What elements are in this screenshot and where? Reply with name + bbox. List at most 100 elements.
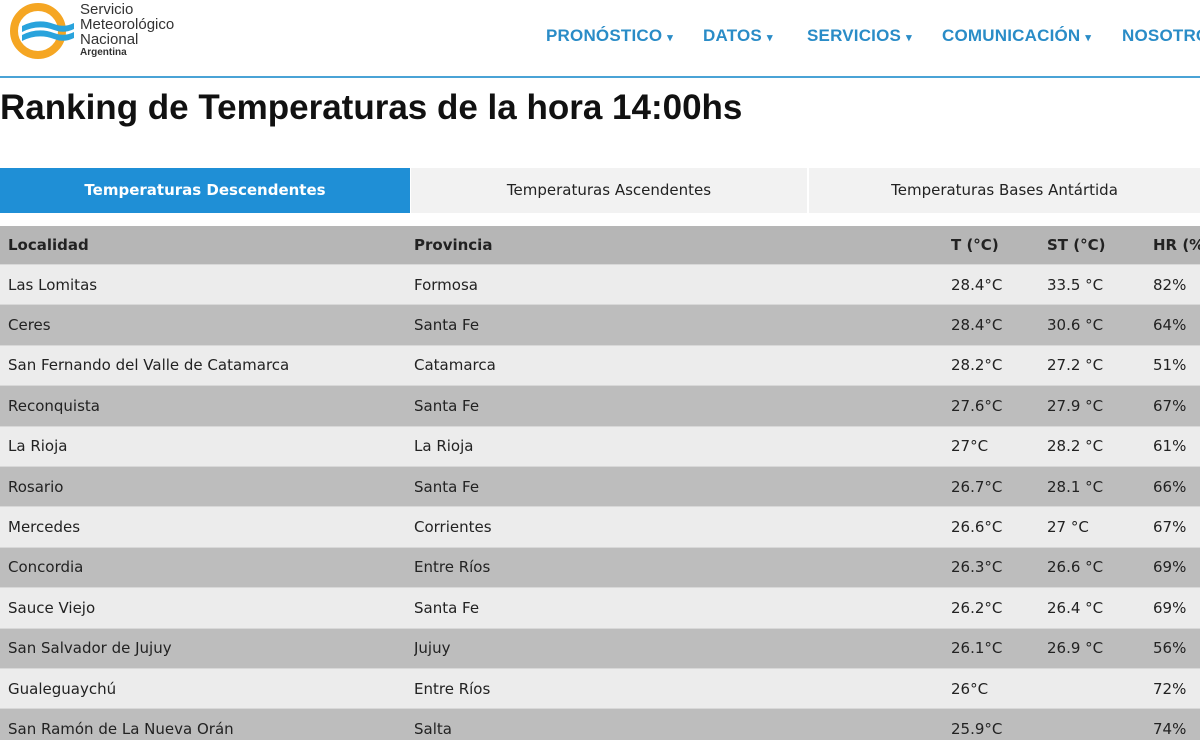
table-row: Mercedes Corrientes 26.6°C 27 °C 67%: [0, 507, 1200, 548]
table-row: Reconquista Santa Fe 27.6°C 27.9 °C 67%: [0, 386, 1200, 427]
cell-provincia: Santa Fe: [414, 316, 480, 335]
cell-temperatura: 25.9°C: [951, 719, 1003, 738]
cell-localidad: Ceres: [8, 316, 51, 335]
cell-humedad: 82%: [1153, 275, 1187, 294]
cell-provincia: Entre Ríos: [414, 558, 491, 577]
cell-humedad: 66%: [1153, 477, 1187, 496]
cell-provincia: Jujuy: [414, 639, 451, 658]
nav-item-label: DATOS: [703, 26, 762, 45]
cell-temperatura: 26.7°C: [951, 477, 1003, 496]
cell-localidad: San Ramón de La Nueva Orán: [8, 719, 234, 738]
cell-humedad: 67%: [1153, 518, 1187, 537]
column-header-localidad[interactable]: Localidad: [8, 226, 408, 264]
nav-item-label: NOSOTRO: [1122, 26, 1200, 45]
cell-provincia: Catamarca: [414, 356, 496, 375]
nav-item-label: SERVICIOS: [807, 26, 902, 45]
cell-sensacion-termica: 30.6 °C: [1047, 316, 1104, 335]
table-row: Concordia Entre Ríos 26.3°C 26.6 °C 69%: [0, 547, 1200, 589]
tab-bar: Temperaturas Descendentes Temperaturas A…: [0, 168, 1200, 213]
nav-item-datos[interactable]: DATOS ▾: [703, 26, 773, 46]
cell-temperatura: 27.6°C: [951, 396, 1003, 415]
logo-line-nacional: Nacional: [80, 31, 139, 48]
cell-temperatura: 28.4°C: [951, 316, 1003, 335]
logo-country: Argentina: [80, 47, 127, 58]
cell-provincia: Santa Fe: [414, 598, 480, 617]
nav-item-comunicacion[interactable]: COMUNICACIÓN ▾: [942, 26, 1091, 46]
column-header-temperatura[interactable]: T (°C): [951, 226, 1041, 264]
cell-localidad: Gualeguaychú: [8, 679, 117, 698]
cell-provincia: Entre Ríos: [414, 679, 491, 698]
cell-sensacion-termica: 33.5 °C: [1047, 275, 1104, 294]
table-row: San Ramón de La Nueva Orán Salta 25.9°C 74%: [0, 709, 1200, 740]
cell-sensacion-termica: 27.2 °C: [1047, 356, 1104, 375]
cell-humedad: 56%: [1153, 639, 1187, 658]
cell-sensacion-termica: [1047, 669, 1147, 708]
table-body: Las Lomitas Formosa 28.4°C 33.5 °C 82% Ceres S…: [0, 265, 1200, 740]
cell-localidad: San Fernando del Valle de Catamarca: [8, 356, 290, 375]
table-row: Ceres Santa Fe 28.4°C 30.6 °C 64%: [0, 305, 1200, 346]
tab-temperaturas-ascendentes[interactable]: Temperaturas Ascendentes: [411, 168, 807, 213]
cell-temperatura: 26.6°C: [951, 518, 1003, 537]
tab-temperaturas-bases-antartida[interactable]: Temperaturas Bases Antártida: [809, 168, 1200, 213]
cell-sensacion-termica: 28.1 °C: [1047, 477, 1104, 496]
column-header-humedad[interactable]: HR (%): [1153, 226, 1200, 264]
chevron-down-icon: ▾: [667, 32, 674, 44]
cell-humedad: 72%: [1153, 679, 1187, 698]
cell-temperatura: 26.2°C: [951, 598, 1003, 617]
cell-localidad: La Rioja: [8, 437, 68, 456]
nav-item-label: COMUNICACIÓN: [942, 26, 1081, 45]
cell-humedad: 74%: [1153, 719, 1187, 738]
cell-temperatura: 28.2°C: [951, 356, 1003, 375]
cell-provincia: Corrientes: [414, 518, 492, 537]
logo-text: Servicio Meteorológico Nacional Argentin…: [80, 2, 174, 59]
table-row: San Fernando del Valle de Catamarca Catam…: [0, 345, 1200, 387]
cell-sensacion-termica: 28.2 °C: [1047, 437, 1104, 456]
site-logo[interactable]: Servicio Meteorológico Nacional Argentin…: [8, 2, 208, 62]
column-header-sensacion-termica[interactable]: ST (°C): [1047, 226, 1147, 264]
cell-sensacion-termica: 27 °C: [1047, 518, 1089, 537]
cell-sensacion-termica: [1047, 709, 1147, 740]
cell-sensacion-termica: 27.9 °C: [1047, 396, 1104, 415]
table-row: Gualeguaychú Entre Ríos 26°C 72%: [0, 668, 1200, 710]
cell-temperatura: 26.3°C: [951, 558, 1003, 577]
cell-temperatura: 26°C: [951, 679, 989, 698]
cell-localidad: Reconquista: [8, 396, 100, 415]
cell-humedad: 67%: [1153, 396, 1187, 415]
cell-localidad: Sauce Viejo: [8, 598, 96, 617]
page-title: Ranking de Temperaturas de la hora 14:00…: [0, 88, 743, 127]
cell-humedad: 64%: [1153, 316, 1187, 335]
cell-sensacion-termica: 26.6 °C: [1047, 558, 1104, 577]
table-row: San Salvador de Jujuy Jujuy 26.1°C 26.9 °C 5…: [0, 628, 1200, 669]
cell-humedad: 51%: [1153, 356, 1187, 375]
nav-item-pronostico[interactable]: PRONÓSTICO ▾: [546, 26, 673, 46]
cell-temperatura: 26.1°C: [951, 639, 1003, 658]
cell-provincia: Salta: [414, 719, 452, 738]
table-row: Sauce Viejo Santa Fe 26.2°C 26.4 °C 69%: [0, 588, 1200, 629]
cell-temperatura: 27°C: [951, 437, 989, 456]
cell-localidad: Rosario: [8, 477, 64, 496]
cell-humedad: 69%: [1153, 558, 1187, 577]
table-row: Las Lomitas Formosa 28.4°C 33.5 °C 82%: [0, 265, 1200, 306]
logo-line-meteorologico: Meteorológico: [80, 16, 175, 33]
table-header-row: Localidad Provincia T (°C) ST (°C) HR (%…: [0, 226, 1200, 265]
site-header: Servicio Meteorológico Nacional Argentin…: [0, 0, 1200, 78]
tab-temperaturas-descendentes[interactable]: Temperaturas Descendentes: [0, 168, 410, 213]
cell-localidad: San Salvador de Jujuy: [8, 639, 172, 658]
nav-item-servicios[interactable]: SERVICIOS ▾: [807, 26, 912, 46]
page: Servicio Meteorológico Nacional Argentin…: [0, 0, 1200, 740]
chevron-down-icon: ▾: [1085, 32, 1092, 44]
cell-humedad: 69%: [1153, 598, 1187, 617]
column-header-provincia[interactable]: Provincia: [414, 226, 914, 264]
cell-localidad: Concordia: [8, 558, 84, 577]
cell-provincia: Santa Fe: [414, 477, 480, 496]
cell-humedad: 61%: [1153, 437, 1187, 456]
cell-sensacion-termica: 26.4 °C: [1047, 598, 1104, 617]
cell-localidad: Las Lomitas: [8, 275, 98, 294]
nav-item-label: PRONÓSTICO: [546, 26, 663, 45]
cell-localidad: Mercedes: [8, 518, 81, 537]
cell-provincia: Santa Fe: [414, 396, 480, 415]
logo-line-servicio: Servicio: [80, 1, 134, 18]
cell-provincia: Formosa: [414, 275, 478, 294]
nav-item-nosotros[interactable]: NOSOTRO: [1122, 26, 1200, 46]
table-row: Rosario Santa Fe 26.7°C 28.1 °C 66%: [0, 466, 1200, 508]
